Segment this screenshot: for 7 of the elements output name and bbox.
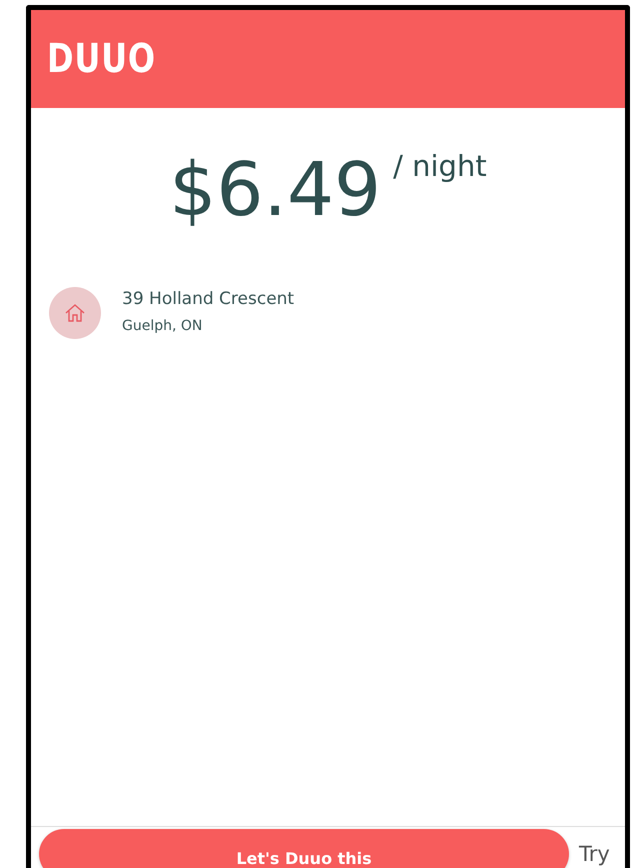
street-address: 39 Holland Crescent <box>122 289 294 310</box>
price-unit: / night <box>393 148 487 185</box>
price-amount: $6.49 <box>169 153 382 227</box>
logo: DUUO <box>47 39 156 79</box>
home-icon <box>49 287 101 339</box>
try-button[interactable]: Try <box>579 829 610 868</box>
city-text: Guelph, ON <box>122 316 204 336</box>
